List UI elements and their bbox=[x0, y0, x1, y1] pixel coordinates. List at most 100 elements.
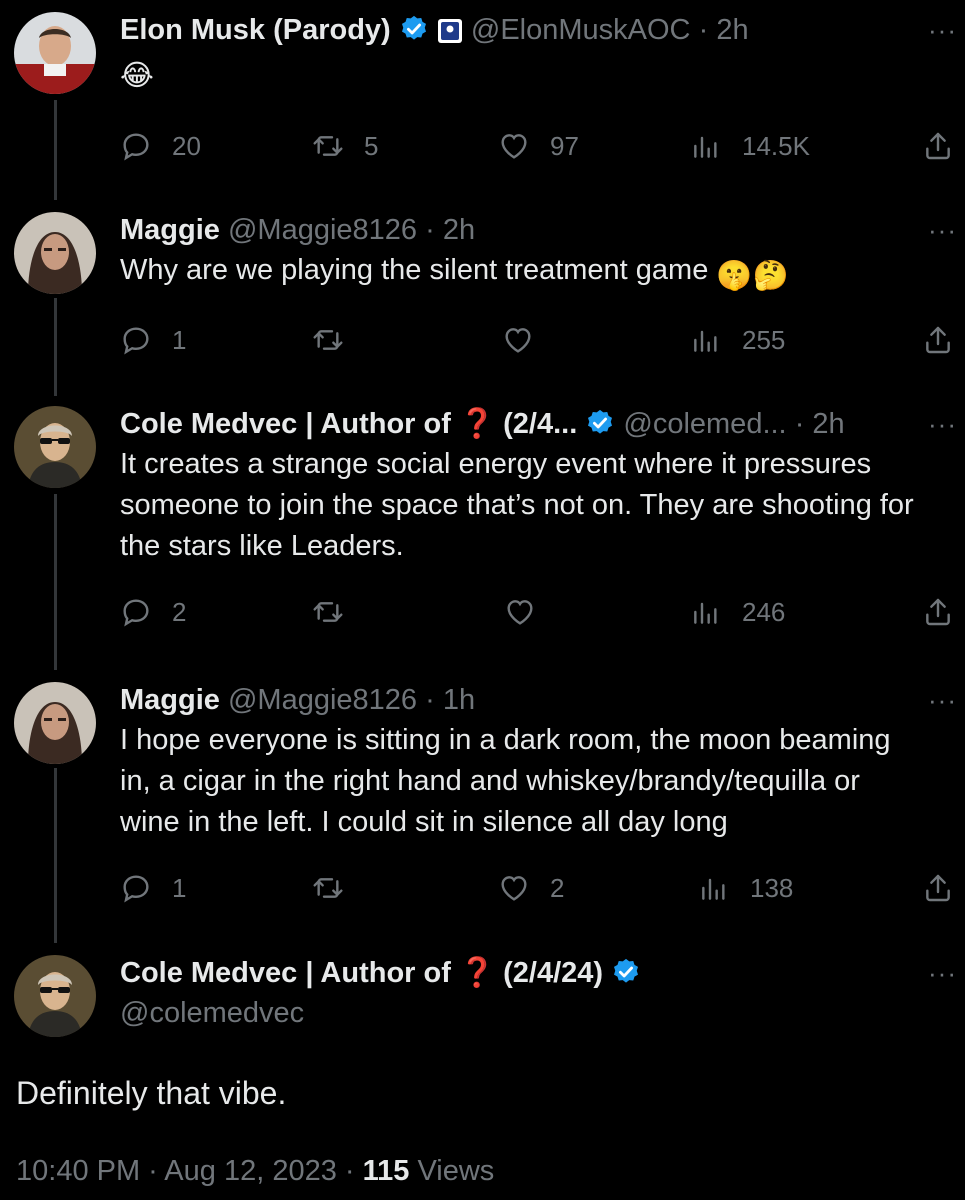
reply-count: 1 bbox=[172, 324, 187, 355]
like-button[interactable]: 97 bbox=[498, 130, 579, 162]
tweet[interactable]: Elon Musk (Parody) @ElonMuskAOC · 2h ···… bbox=[0, 12, 965, 182]
avatar[interactable] bbox=[14, 406, 96, 488]
author-handle[interactable]: @colemed... bbox=[623, 408, 786, 440]
share-button[interactable] bbox=[922, 872, 954, 904]
author-name[interactable]: Cole Medvec | Author of ❓ (2/4... bbox=[120, 408, 577, 440]
author-handle[interactable]: @Maggie8126 bbox=[228, 684, 417, 716]
more-icon[interactable]: ··· bbox=[928, 212, 957, 248]
tweet[interactable]: Cole Medvec | Author of ❓ (2/4... @colem… bbox=[0, 406, 965, 646]
author-handle[interactable]: @colemedvec bbox=[120, 997, 304, 1029]
reply-button[interactable]: 20 bbox=[120, 130, 201, 162]
tweet-header: Cole Medvec | Author of ❓ (2/4... @colem… bbox=[120, 406, 956, 442]
reply-button[interactable]: 1 bbox=[120, 872, 186, 904]
share-icon bbox=[922, 324, 954, 356]
author-handle[interactable]: @Maggie8126 bbox=[228, 214, 417, 246]
retweet-button[interactable] bbox=[312, 324, 364, 356]
tweet-actions: 1 2 138 bbox=[120, 872, 960, 912]
like-count: 2 bbox=[550, 872, 565, 903]
separator: · bbox=[698, 14, 709, 46]
share-icon bbox=[922, 596, 954, 628]
avatar[interactable] bbox=[14, 682, 96, 764]
like-button[interactable] bbox=[502, 324, 554, 356]
author-name[interactable]: Maggie bbox=[120, 214, 220, 246]
tweet[interactable]: Maggie @Maggie8126 · 2h ··· Why are we p… bbox=[0, 212, 965, 382]
reply-icon bbox=[120, 324, 152, 356]
tweet-header: Elon Musk (Parody) @ElonMuskAOC · 2h ··· bbox=[120, 12, 956, 48]
verified-icon bbox=[399, 14, 429, 44]
author-name[interactable]: Elon Musk (Parody) bbox=[120, 14, 391, 46]
separator: · bbox=[425, 684, 435, 716]
more-icon[interactable]: ··· bbox=[928, 682, 957, 718]
tweet-time[interactable]: 1h bbox=[443, 684, 475, 716]
tweet-header: Maggie @Maggie8126 · 2h ··· bbox=[120, 212, 956, 248]
tweet-meta: 10:40 PM · Aug 12, 2023 · 115 Views bbox=[16, 1155, 494, 1188]
share-icon bbox=[922, 872, 954, 904]
tweet-text-body: Why are we playing the silent treatment … bbox=[120, 254, 709, 286]
views-button[interactable]: 14.5K bbox=[690, 130, 810, 162]
retweet-count: 5 bbox=[364, 130, 379, 161]
separator: · bbox=[794, 408, 805, 440]
reply-button[interactable]: 1 bbox=[120, 324, 186, 356]
timestamp[interactable]: 10:40 PM · Aug 12, 2023 · bbox=[16, 1155, 363, 1187]
tweet-time[interactable]: 2h bbox=[443, 214, 475, 246]
tweet-actions: 2 246 bbox=[120, 596, 960, 636]
author-handle[interactable]: @ElonMuskAOC bbox=[471, 14, 691, 46]
like-icon bbox=[502, 324, 534, 356]
tweet-actions: 20 5 97 14.5K bbox=[120, 130, 960, 170]
like-button[interactable] bbox=[504, 596, 556, 628]
reply-count: 20 bbox=[172, 130, 201, 161]
tweet-time[interactable]: 2h bbox=[812, 408, 844, 440]
avatar[interactable] bbox=[14, 212, 96, 294]
more-icon[interactable]: ··· bbox=[928, 955, 957, 991]
verified-icon bbox=[611, 957, 641, 987]
reply-count: 2 bbox=[172, 596, 187, 627]
tweet-header-handle: @colemedvec bbox=[120, 995, 925, 1031]
tweet-text: I hope everyone is sitting in a dark roo… bbox=[120, 724, 891, 838]
views-count: 138 bbox=[750, 872, 794, 903]
avatar[interactable] bbox=[14, 955, 96, 1037]
share-button[interactable] bbox=[922, 324, 954, 356]
views-count: 255 bbox=[742, 324, 786, 355]
share-icon bbox=[922, 130, 954, 162]
views-icon bbox=[690, 324, 722, 356]
retweet-icon bbox=[312, 324, 344, 356]
emoji: 🤫🤔 bbox=[716, 260, 789, 292]
reply-icon bbox=[120, 130, 152, 162]
emoji: 😂 bbox=[120, 60, 154, 92]
tweet[interactable]: Maggie @Maggie8126 · 1h ··· I hope every… bbox=[0, 682, 965, 922]
share-button[interactable] bbox=[922, 596, 954, 628]
author-name[interactable]: Maggie bbox=[120, 684, 220, 716]
retweet-button[interactable]: 5 bbox=[312, 130, 378, 162]
views-icon bbox=[690, 596, 722, 628]
reply-icon bbox=[120, 596, 152, 628]
reply-icon bbox=[120, 872, 152, 904]
views-button[interactable]: 255 bbox=[690, 324, 785, 356]
tweet-text: Why are we playing the silent treatment … bbox=[120, 250, 925, 297]
retweet-button[interactable] bbox=[312, 596, 364, 628]
views-count: 115 bbox=[362, 1155, 410, 1187]
like-count: 97 bbox=[550, 130, 579, 161]
views-button[interactable]: 246 bbox=[690, 596, 785, 628]
tweet-text: It creates a strange social energy event… bbox=[120, 448, 914, 562]
like-icon bbox=[504, 596, 536, 628]
retweet-icon bbox=[312, 130, 344, 162]
retweet-icon bbox=[312, 596, 344, 628]
separator: · bbox=[425, 214, 435, 246]
avatar[interactable] bbox=[14, 12, 96, 94]
reply-button[interactable]: 2 bbox=[120, 596, 186, 628]
retweet-icon bbox=[312, 872, 344, 904]
views-icon bbox=[698, 872, 730, 904]
retweet-button[interactable] bbox=[312, 872, 364, 904]
views-button[interactable]: 138 bbox=[698, 872, 793, 904]
main-tweet: Cole Medvec | Author of ❓ (2/4/24) ··· @… bbox=[0, 955, 965, 1045]
author-name[interactable]: Cole Medvec | Author of ❓ (2/4/24) bbox=[120, 957, 603, 989]
share-button[interactable] bbox=[922, 130, 954, 162]
tweet-header: Maggie @Maggie8126 · 1h ··· bbox=[120, 682, 956, 718]
like-icon bbox=[498, 130, 530, 162]
like-button[interactable]: 2 bbox=[498, 872, 564, 904]
affiliate-badge-icon[interactable] bbox=[437, 18, 463, 44]
more-icon[interactable]: ··· bbox=[928, 12, 957, 48]
reply-count: 1 bbox=[172, 872, 187, 903]
tweet-time[interactable]: 2h bbox=[716, 14, 748, 46]
more-icon[interactable]: ··· bbox=[928, 406, 957, 442]
